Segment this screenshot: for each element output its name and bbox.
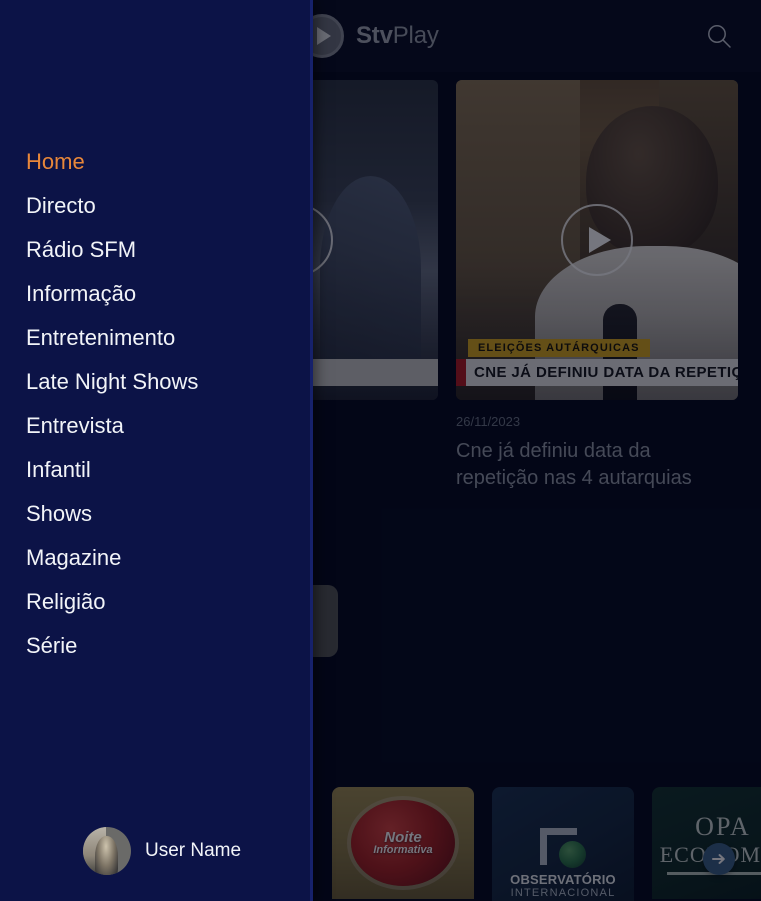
shelf-card-observatorio-internacional[interactable]: OBSERVATÓRIO INTERNACIONAL [492,787,634,901]
shelf-card-title-line1: Noite [384,828,422,846]
lower-third-accent [456,359,466,386]
avatar [83,827,131,875]
drawer-edge [310,0,313,901]
sidebar-item-entrevista[interactable]: Entrevista [0,404,313,448]
play-icon [589,227,611,253]
shelf-card-title-line2: Informativa [373,844,433,857]
shelf-card-title-line2: INTERNACIONAL [510,887,616,899]
lower-third-kicker: ELEIÇÕES AUTÁRQUICAS [468,339,650,357]
shelf-card-label: Noite Informativa [373,828,433,857]
sidebar-item-religiao[interactable]: Religião [0,580,313,624]
sidebar-item-entretenimento[interactable]: Entretenimento [0,316,313,360]
brand-primary-text: Stv [356,22,393,49]
sidebar-item-shows[interactable]: Shows [0,492,313,536]
stvplay-app: StvPlay ELEIÇÕES AUTÁRQUICAS CNE JÁ DEFI… [0,0,761,901]
sidebar-profile[interactable]: User Name [0,827,313,901]
lower-third: ELEIÇÕES AUTÁRQUICAS CNE JÁ DEFINIU DATA… [456,338,738,386]
sidebar-nav: Home Directo Rádio SFM Informação Entret… [0,140,313,827]
shelf-card-title-line1: OBSERVATÓRIO [510,872,616,887]
shelf-card-opa-economia[interactable]: OPA ECONOMIA [652,787,761,899]
globe-icon: Noite Informativa [351,800,455,886]
sidebar-item-serie[interactable]: Série [0,624,313,668]
shelf-next-button[interactable] [703,843,735,875]
search-icon [708,25,731,48]
sidebar-item-informacao[interactable]: Informação [0,272,313,316]
featured-thumbnail[interactable]: ELEIÇÕES AUTÁRQUICAS CNE JÁ DEFINIU DATA… [456,80,738,400]
sidebar-item-infantil[interactable]: Infantil [0,448,313,492]
sidebar-item-home[interactable]: Home [0,140,313,184]
program-shelf[interactable]: Noite Informativa OBSERVATÓRIO INTERNACI… [332,787,761,901]
featured-date: 26/11/2023 [456,414,521,429]
search-button[interactable] [699,16,739,56]
brand-wordmark: StvPlay [356,22,439,50]
profile-name: User Name [145,840,242,861]
featured-card[interactable]: ELEIÇÕES AUTÁRQUICAS CNE JÁ DEFINIU DATA… [456,80,738,492]
lower-third-headline: CNE JÁ DEFINIU DATA DA REPETIÇÃO [474,364,738,381]
sidebar-drawer: Home Directo Rádio SFM Informação Entret… [0,0,313,901]
featured-meta: 26/11/2023 Cne já definiu data da repeti… [456,400,738,492]
sidebar-item-radio-sfm[interactable]: Rádio SFM [0,228,313,272]
sidebar-item-magazine[interactable]: Magazine [0,536,313,580]
play-button[interactable] [561,204,633,276]
shelf-card-title-line1: OPA [695,811,751,841]
arrow-right-icon [712,854,725,864]
observatorio-logo-icon [540,828,586,868]
sidebar-item-directo[interactable]: Directo [0,184,313,228]
shelf-card-noite-informativa[interactable]: Noite Informativa [332,787,474,899]
brand-logo[interactable]: StvPlay [300,14,439,58]
featured-title[interactable]: Cne já definiu data da repetição nas 4 a… [456,438,738,492]
lower-third-bar: CNE JÁ DEFINIU DATA DA REPETIÇÃO [456,359,738,386]
sidebar-item-late-night-shows[interactable]: Late Night Shows [0,360,313,404]
brand-secondary-text: Play [392,22,439,49]
